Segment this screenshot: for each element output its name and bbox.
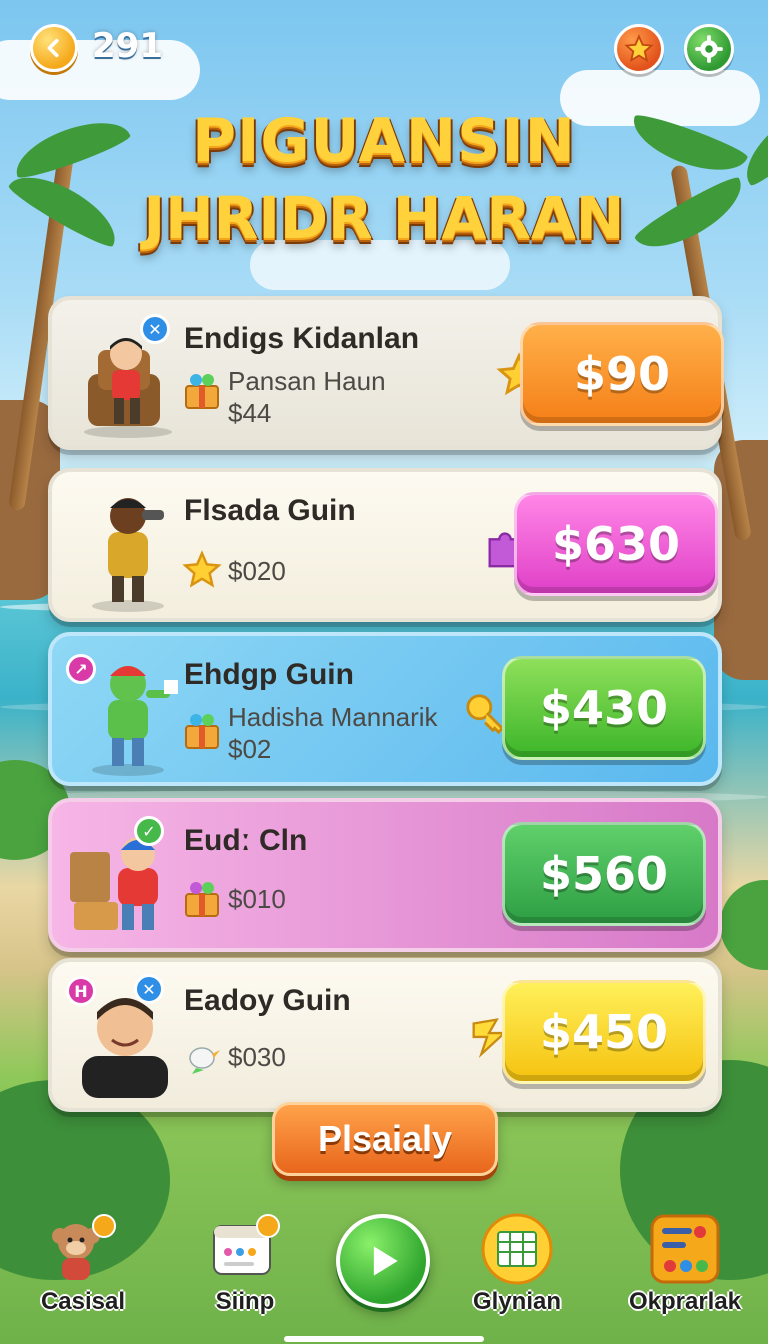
card-subvalue: $010 <box>228 884 286 914</box>
gift-box-icon <box>185 374 219 409</box>
play-button[interactable] <box>336 1214 430 1308</box>
controller-icon <box>650 1214 720 1284</box>
bird-icon <box>189 1047 220 1074</box>
card-subvalue: $44 <box>228 398 272 428</box>
main-action-button[interactable]: Plsaialy <box>272 1102 498 1176</box>
card-title: Endigs Kidanlan <box>184 322 420 355</box>
game-title-line-1: PIGUANSIN <box>192 106 576 176</box>
game-title-line-2: JHRIDR HARAN <box>143 184 625 252</box>
card-title: Ehdgp Guin <box>184 658 354 691</box>
nav-item-shop[interactable]: Siinp <box>170 1198 320 1328</box>
monkey-icon <box>52 1214 116 1280</box>
play-icon <box>373 1246 398 1276</box>
character-avatar <box>92 498 164 612</box>
shop-card: Flsada Guin $020 $630 <box>48 468 722 622</box>
nav-label: Okprarlak <box>628 1288 742 1315</box>
nav-label: Siinp <box>215 1288 275 1315</box>
settings-button[interactable] <box>684 24 734 74</box>
spreadsheet-icon <box>481 1213 553 1285</box>
calendar-icon <box>213 1214 280 1275</box>
card-subvalue: $02 <box>228 734 272 764</box>
buy-button[interactable]: $450 <box>502 980 706 1084</box>
card-subtitle: Hadisha Mannarik <box>228 702 438 732</box>
shop-card: ✓ Eudː Cln $010 $560 <box>48 798 722 952</box>
nav-item-rankings[interactable]: Glynian <box>442 1198 592 1328</box>
shop-card: H ✕ Eadoy Guin $030 $450 <box>48 958 722 1112</box>
star-icon <box>624 34 654 63</box>
character-avatar <box>70 837 158 930</box>
star-icon <box>182 550 222 588</box>
back-button[interactable] <box>30 24 78 72</box>
buy-button[interactable]: $90 <box>520 322 724 426</box>
chevron-left-icon <box>47 38 59 58</box>
close-icon[interactable]: ✕ <box>140 314 170 344</box>
close-icon[interactable]: ✕ <box>134 974 164 1004</box>
nav-item-games[interactable]: Okprarlak <box>610 1198 760 1328</box>
notification-badge: H <box>66 976 96 1006</box>
shop-card: ↗ Ehdgp Guin Hadisha Mannarik $02 $430 <box>48 632 722 786</box>
card-subtitle: Pansan Haun <box>228 366 386 396</box>
buy-button[interactable]: $430 <box>502 656 706 760</box>
buy-button[interactable]: $630 <box>514 492 718 596</box>
card-title: Eudː Cln <box>184 824 308 857</box>
card-subvalue: $030 <box>228 1042 286 1072</box>
shop-card: ✕ Endigs Kidanlan Pansan Haun $44 $90 <box>48 296 724 450</box>
nav-label: Glynian <box>472 1288 562 1315</box>
gift-box-icon <box>185 714 219 749</box>
nav-item-casual[interactable]: Casisal <box>8 1198 158 1328</box>
card-title: Eadoy Guin <box>184 984 351 1017</box>
favorites-button[interactable] <box>614 24 664 74</box>
home-indicator <box>284 1336 484 1342</box>
card-title: Flsada Guin <box>184 494 356 527</box>
notification-badge: ↗ <box>66 654 96 684</box>
nav-label: Casisal <box>40 1288 126 1315</box>
character-avatar <box>84 338 172 438</box>
gift-box-icon <box>185 882 219 917</box>
buy-button[interactable]: $560 <box>502 822 706 926</box>
card-subvalue: $020 <box>228 556 286 586</box>
coin-counter: 291 <box>92 26 163 66</box>
check-icon: ✓ <box>134 816 164 846</box>
gear-icon <box>695 35 723 63</box>
